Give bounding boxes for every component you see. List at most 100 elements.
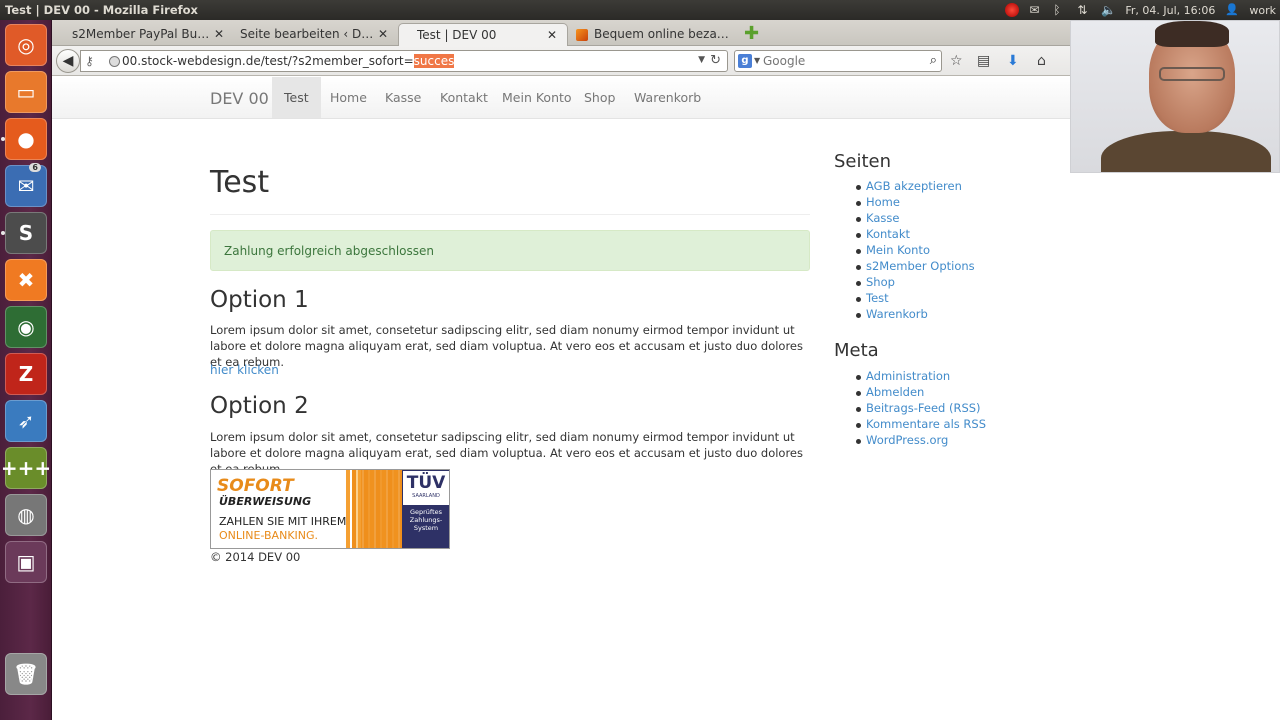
filezilla-icon-glyph: Z xyxy=(18,362,34,386)
pixel-pattern-fill xyxy=(361,470,402,548)
person-body xyxy=(1101,131,1271,172)
footer-copyright: © 2014 DEV 00 xyxy=(210,550,301,564)
sidebar-page-link[interactable]: Kontakt xyxy=(856,227,975,243)
firefox-icon-glyph: ● xyxy=(17,127,35,151)
history-dropdown-icon[interactable]: ▼ xyxy=(698,55,705,65)
ubuntu-dash-icon[interactable]: ◎ xyxy=(5,24,47,66)
bird-icon[interactable]: ➶ xyxy=(5,400,47,442)
new-tab-icon[interactable]: ✚ xyxy=(744,23,759,44)
tab-s2member[interactable]: s2Member PayPal Butt… ✕ xyxy=(54,23,234,46)
search-input[interactable] xyxy=(763,53,913,69)
google-engine-icon[interactable]: g xyxy=(738,54,752,68)
sofort-banner[interactable]: SOFORT ÜBERWEISUNG ZAHLEN SIE MIT IHREM … xyxy=(210,469,450,549)
nav-warenkorb[interactable]: Warenkorb xyxy=(622,77,713,118)
user-name[interactable]: work xyxy=(1249,4,1276,17)
running-indicator xyxy=(1,137,5,141)
sidebar-page-link[interactable]: Test xyxy=(856,291,975,307)
sidebar-page-link[interactable]: Warenkorb xyxy=(856,307,975,323)
thunderbird-icon[interactable]: ✉ 6 xyxy=(5,163,47,207)
sidebar-meta-link[interactable]: Kommentare als RSS xyxy=(855,417,986,433)
calculator-icon[interactable]: +++ xyxy=(1,447,51,489)
webcam-icon[interactable]: ◍ xyxy=(5,494,47,536)
nav-kasse[interactable]: Kasse xyxy=(373,77,433,118)
record-indicator-icon[interactable] xyxy=(1005,3,1020,17)
sofort-favicon-icon xyxy=(576,29,588,41)
system-tray: ✉ ᛒ ⇅ 🔈 Fr, 04. Jul, 16:06 👤 work xyxy=(1005,2,1276,18)
tab-label: Seite bearbeiten ‹ DEV … xyxy=(240,27,380,41)
nav-home[interactable]: Home xyxy=(318,77,379,118)
workspace-switcher-icon[interactable]: ▣ xyxy=(5,541,47,583)
url-bar[interactable]: ⚷ 00.stock-webdesign.de/test/?s2member_s… xyxy=(80,50,728,72)
sublime-text-icon-glyph: S xyxy=(18,221,34,245)
unread-count-badge: 6 xyxy=(29,163,41,172)
tab-sofort[interactable]: Bequem online beza… xyxy=(572,23,740,46)
hier-klicken-link[interactable]: hier klicken xyxy=(210,363,279,377)
sidebar-page-link[interactable]: Home xyxy=(856,195,975,211)
sidebar-page-link[interactable]: AGB akzeptieren xyxy=(856,179,975,195)
sofort-line4: ONLINE-BANKING. xyxy=(219,529,319,542)
nav-test[interactable]: Test xyxy=(272,77,321,118)
url-main: 00.stock-webdesign.de/test/?s2member_sof… xyxy=(122,54,414,68)
tab-label: s2Member PayPal Butt… xyxy=(72,27,212,41)
success-alert: Zahlung erfolgreich abgeschlossen xyxy=(210,230,810,271)
mail-icon[interactable]: ✉ xyxy=(1029,3,1043,17)
close-icon[interactable]: ✕ xyxy=(547,28,557,42)
sidebar-meta-link[interactable]: Abmelden xyxy=(855,385,986,401)
webcam-icon-glyph: ◍ xyxy=(17,503,35,527)
filezilla-icon[interactable]: Z xyxy=(5,353,47,395)
sidebar-page-link[interactable]: Kasse xyxy=(856,211,975,227)
url-text[interactable]: 00.stock-webdesign.de/test/?s2member_sof… xyxy=(122,54,455,68)
nav-mein-konto[interactable]: Mein Konto xyxy=(490,77,584,118)
launcher: ◎ ▭ ● ✉ 6 S ✖ ◉ Z ➶ +++ ◍ ▣ 🗑 xyxy=(0,20,52,720)
home-icon[interactable]: ⌂ xyxy=(1037,53,1046,69)
tuv-logo: TÜV SAARLAND xyxy=(403,471,449,505)
sublime-text-icon[interactable]: S xyxy=(5,212,47,254)
globe-icon xyxy=(109,56,120,67)
page-title: Test xyxy=(210,165,270,200)
ubuntu-dash-icon-glyph: ◎ xyxy=(17,33,35,57)
close-icon[interactable]: ✕ xyxy=(378,27,388,41)
sidebar-page-link[interactable]: Shop xyxy=(856,275,975,291)
identity-icon[interactable]: ⚷ xyxy=(85,54,94,68)
tuv-region: SAARLAND xyxy=(412,493,440,499)
trash-icon-glyph: 🗑 xyxy=(13,662,39,686)
workspace-switcher-icon-glyph: ▣ xyxy=(16,550,36,574)
shutter-icon-glyph: ◉ xyxy=(17,315,35,339)
downloads-icon[interactable]: ⬇ xyxy=(1007,53,1019,69)
back-button[interactable]: ◀ xyxy=(56,49,80,73)
files-icon[interactable]: ▭ xyxy=(5,71,47,113)
nav-shop[interactable]: Shop xyxy=(572,77,627,118)
bluetooth-icon[interactable]: ᛒ xyxy=(1053,3,1067,17)
engine-dropdown-icon[interactable]: ▼ xyxy=(754,56,760,65)
clock[interactable]: Fr, 04. Jul, 16:06 xyxy=(1125,4,1215,17)
pages-list: AGB akzeptieren Home Kasse Kontakt Mein Kont… xyxy=(856,179,975,323)
sidebar-pages-heading: Seiten xyxy=(834,151,892,172)
site-brand[interactable]: DEV 00 xyxy=(210,89,269,108)
xampp-icon[interactable]: ✖ xyxy=(5,259,47,301)
calculator-icon-glyph: +++ xyxy=(0,456,52,480)
bird-icon-glyph: ➶ xyxy=(17,409,35,433)
tab-test[interactable]: Test | DEV 00 ✕ xyxy=(398,23,568,46)
search-bar[interactable]: g ▼ ⌕ xyxy=(734,50,942,72)
sidebar-meta-link[interactable]: WordPress.org xyxy=(855,433,986,449)
network-icon[interactable]: ⇅ xyxy=(1077,3,1091,17)
shutter-icon[interactable]: ◉ xyxy=(5,306,47,348)
sidebar-meta-link[interactable]: Beitrags-Feed (RSS) xyxy=(855,401,986,417)
trash-icon[interactable]: 🗑 xyxy=(5,653,47,695)
sidebar-meta-link[interactable]: Administration xyxy=(855,369,986,385)
firefox-icon[interactable]: ● xyxy=(5,118,47,160)
sidebar-page-link[interactable]: Mein Konto xyxy=(856,243,975,259)
tuv-text: Geprüftes Zahlungs-System xyxy=(409,508,443,532)
top-panel: Test | DEV 00 - Mozilla Firefox ✉ ᛒ ⇅ 🔈 … xyxy=(0,0,1280,20)
tab-seite-bearbeiten[interactable]: Seite bearbeiten ‹ DEV … ✕ xyxy=(222,23,398,46)
meta-list: Administration Abmelden Beitrags-Feed (RSS… xyxy=(855,369,986,449)
bookmarks-menu-icon[interactable]: ▤ xyxy=(977,53,990,69)
page-content: DEV 00 Test Home Kasse Kontakt Mein Kont… xyxy=(52,77,1280,720)
volume-icon[interactable]: 🔈 xyxy=(1101,3,1116,17)
sidebar-page-link[interactable]: s2Member Options xyxy=(856,259,975,275)
reload-icon[interactable]: ↻ xyxy=(710,53,721,68)
search-icon[interactable]: ⌕ xyxy=(930,53,937,68)
person-hair xyxy=(1155,21,1229,47)
xampp-icon-glyph: ✖ xyxy=(17,268,35,292)
bookmark-star-icon[interactable]: ☆ xyxy=(950,53,963,69)
